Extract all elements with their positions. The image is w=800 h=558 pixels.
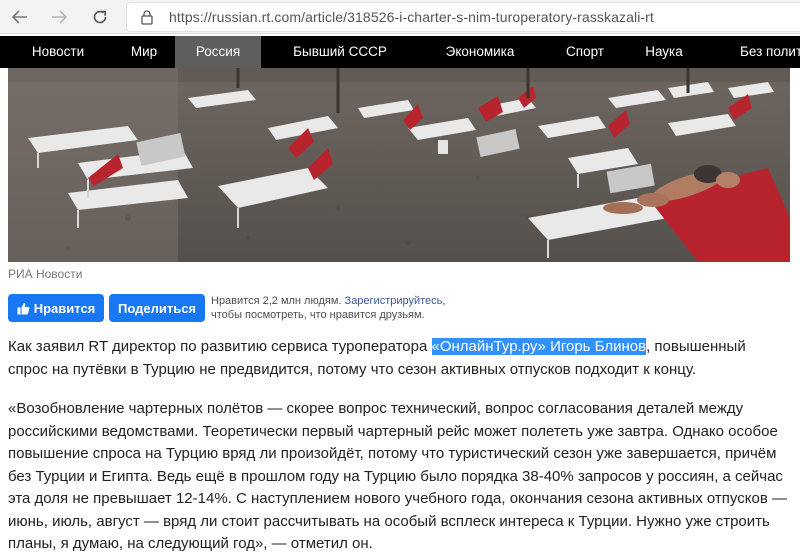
- likes-count-text: Нравится 2,2 млн людям.: [211, 295, 342, 307]
- lock-icon: [141, 10, 153, 25]
- likes-info-text: чтобы посмотреть, что нравится друзьям.: [211, 309, 425, 321]
- url-text: https://russian.rt.com/article/318526-i-…: [169, 9, 654, 25]
- article-paragraph-2: «Возобновление чартерных полётов — скоре…: [8, 400, 787, 552]
- reload-button[interactable]: [88, 5, 112, 29]
- paragraph-1-start: Как заявил RT директор по развитию серви…: [8, 338, 432, 355]
- article-paragraph-1: Как заявил RT директор по развитию серви…: [8, 336, 788, 381]
- browser-toolbar: https://russian.rt.com/article/318526-i-…: [0, 0, 800, 34]
- share-button[interactable]: Поделиться: [109, 294, 205, 322]
- nav-item-no-politics[interactable]: Без полити: [740, 36, 800, 68]
- thumbs-up-icon: [17, 302, 30, 314]
- nav-item-former-ussr[interactable]: Бывший СССР: [276, 36, 404, 68]
- photo-caption: РИА Новости: [8, 267, 83, 281]
- selected-text[interactable]: «ОнлайнТур.ру» Игорь Блинов: [431, 338, 647, 355]
- address-bar[interactable]: https://russian.rt.com/article/318526-i-…: [126, 2, 800, 32]
- like-button-label: Нравится: [33, 300, 96, 316]
- arrow-right-icon: [52, 10, 68, 24]
- arrow-left-icon: [11, 10, 27, 24]
- like-button[interactable]: Нравится: [8, 294, 104, 322]
- article-photo: [8, 68, 790, 262]
- likes-info: Нравится 2,2 млн людям. Зарегистрируйтес…: [211, 294, 471, 322]
- site-navigation: Новости Мир Россия Бывший СССР Экономика…: [0, 36, 800, 68]
- register-link[interactable]: Зарегистрируйтесь,: [345, 295, 446, 307]
- beach-image: [8, 68, 790, 262]
- nav-item-sport[interactable]: Спорт: [553, 36, 617, 68]
- back-button[interactable]: [8, 5, 32, 29]
- nav-item-news[interactable]: Новости: [0, 36, 116, 68]
- reload-icon: [93, 10, 107, 24]
- nav-item-economy[interactable]: Экономика: [430, 36, 530, 68]
- nav-item-science[interactable]: Наука: [633, 36, 695, 68]
- forward-button[interactable]: [47, 5, 71, 29]
- nav-item-russia[interactable]: Россия: [175, 36, 261, 68]
- share-button-label: Поделиться: [117, 300, 197, 316]
- nav-item-world[interactable]: Мир: [116, 36, 172, 68]
